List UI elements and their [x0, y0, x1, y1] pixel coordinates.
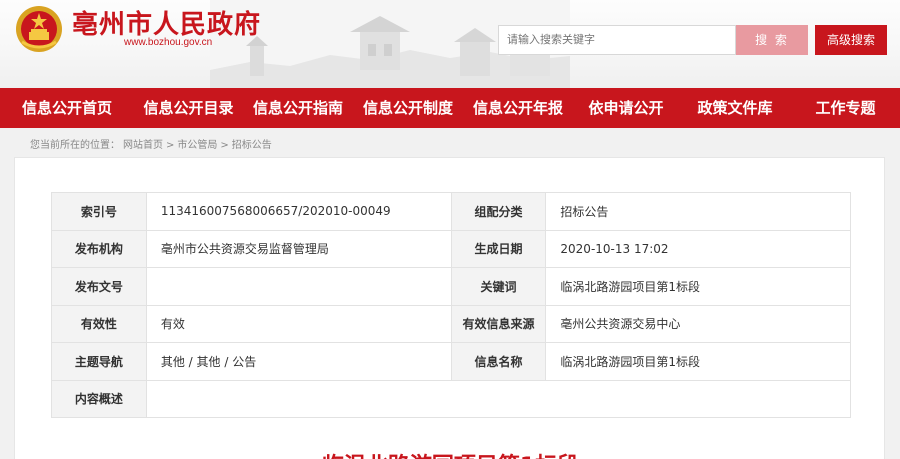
breadcrumb-link-home[interactable]: 网站首页 [123, 140, 163, 151]
national-emblem-icon [16, 6, 62, 52]
table-row: 发布机构 亳州市公共资源交易监督管理局 生成日期 2020-10-13 17:0… [51, 229, 851, 268]
main-nav: 信息公开首页 信息公开目录 信息公开指南 信息公开制度 信息公开年报 依申请公开… [0, 88, 900, 128]
table-row: 有效性 有效 有效信息来源 亳州公共资源交易中心 [51, 304, 851, 343]
validity-value: 有效 [145, 304, 452, 343]
keywords-label: 关键词 [450, 267, 547, 306]
summary-label: 内容概述 [51, 379, 147, 418]
page: 亳州市人民政府 www.bozhou.gov.cn 搜 索 高级搜索 信息公开首… [0, 0, 900, 459]
nav-item-annual-report[interactable]: 信息公开年报 [463, 88, 573, 128]
nav-item-topics[interactable]: 工作专题 [791, 88, 900, 128]
index-number-label: 索引号 [51, 192, 147, 231]
breadcrumb-link-department[interactable]: 市公管局 [177, 140, 217, 151]
nav-item-guide[interactable]: 信息公开指南 [243, 88, 353, 128]
index-number-value: 11341600756800665​7/202010-00049 [145, 192, 452, 231]
nav-item-home[interactable]: 信息公开首页 [0, 88, 134, 128]
publisher-label: 发布机构 [51, 229, 147, 268]
nav-item-catalog[interactable]: 信息公开目录 [134, 88, 243, 128]
date-label: 生成日期 [450, 229, 547, 268]
breadcrumb: 您当前所在的位置： 网站首页 > 市公管局 > 招标公告 [30, 136, 275, 151]
source-label: 有效信息来源 [450, 304, 547, 343]
search-button[interactable]: 搜 索 [736, 25, 808, 55]
nav-item-on-request[interactable]: 依申请公开 [573, 88, 679, 128]
table-row: 主题导航 其他 / 其他 / 公告 信息名称 临涡北路游园项目第1标段 [51, 342, 851, 381]
category-label: 组配分类 [450, 192, 547, 231]
topic-nav-value: 其他 / 其他 / 公告 [145, 342, 452, 381]
site-url: www.bozhou.gov.cn [124, 37, 213, 48]
table-row: 发布文号 关键词 临涡北路游园项目第1标段 [51, 267, 851, 306]
site-title[interactable]: 亳州市人民政府 [72, 4, 261, 41]
info-name-value: 临涡北路游园项目第1标段 [545, 342, 851, 381]
info-table: 索引号 11341600756800665​7/202010-00049 组配分… [51, 192, 852, 418]
table-row: 索引号 11341600756800665​7/202010-00049 组配分… [51, 192, 851, 231]
document-title: 临涡北路游园项目第1标段 [15, 448, 886, 459]
source-value: 亳州公共资源交易中心 [545, 304, 851, 343]
validity-label: 有效性 [51, 304, 147, 343]
nav-item-rules[interactable]: 信息公开制度 [353, 88, 463, 128]
summary-value [145, 379, 852, 418]
breadcrumb-prefix: 您当前所在的位置： [30, 140, 120, 151]
breadcrumb-separator: > [220, 140, 229, 151]
info-name-label: 信息名称 [450, 342, 547, 381]
breadcrumb-link-category[interactable]: 招标公告 [232, 140, 272, 151]
advanced-search-button[interactable]: 高级搜索 [815, 25, 887, 55]
category-value: 招标公告 [545, 192, 851, 231]
search-input[interactable] [498, 25, 736, 55]
breadcrumb-separator: > [166, 140, 175, 151]
site-header: 亳州市人民政府 www.bozhou.gov.cn 搜 索 高级搜索 [0, 0, 900, 88]
publisher-value: 亳州市公共资源交易监督管理局 [145, 229, 452, 268]
document-number-label: 发布文号 [51, 267, 147, 306]
table-row: 内容概述 [51, 379, 852, 418]
topic-nav-label: 主题导航 [51, 342, 147, 381]
nav-item-policy-library[interactable]: 政策文件库 [679, 88, 791, 128]
date-value: 2020-10-13 17:02 [545, 229, 851, 268]
keywords-value: 临涡北路游园项目第1标段 [545, 267, 851, 306]
document-number-value [145, 267, 452, 306]
content-panel: 索引号 11341600756800665​7/202010-00049 组配分… [14, 157, 885, 459]
